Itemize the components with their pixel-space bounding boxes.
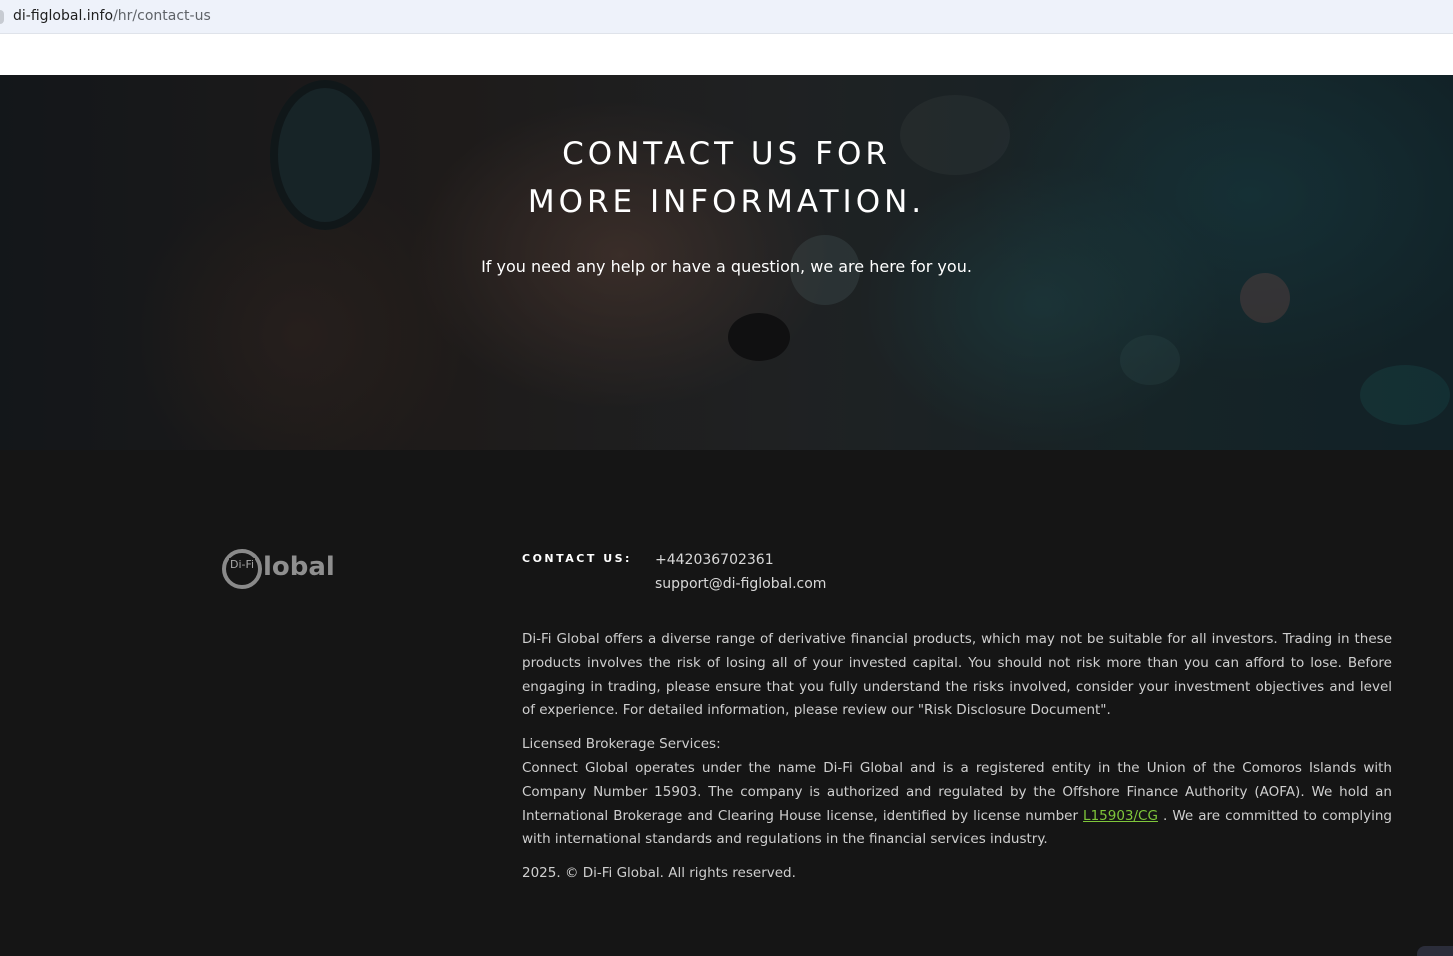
hero-title-line1: CONTACT US FOR <box>562 136 891 172</box>
licensed-heading: Licensed Brokerage Services: <box>522 736 721 753</box>
contact-email-link[interactable]: support@di-figlobal.com <box>655 576 826 592</box>
contact-label: CONTACT US: <box>522 552 632 565</box>
site-logo[interactable]: Di-Fi lobal <box>222 548 342 592</box>
tab-edge <box>0 10 4 24</box>
hero-subtitle: If you need any help or have a question,… <box>481 257 972 276</box>
url-text[interactable]: di-figlobal.info/hr/contact-us <box>13 8 211 24</box>
contact-phone-link[interactable]: +442036702361 <box>655 552 774 568</box>
url-path: /hr/contact-us <box>113 8 211 24</box>
browser-address-bar[interactable]: di-figlobal.info/hr/contact-us <box>0 0 1453 34</box>
logo-wordmark: lobal <box>263 552 335 582</box>
url-domain: di-figlobal.info <box>13 8 114 24</box>
logo-badge-text: Di-Fi <box>229 558 256 571</box>
hero-banner: CONTACT US FOR MORE INFORMATION. If you … <box>0 75 1453 450</box>
hero-title-line2: MORE INFORMATION. <box>527 184 926 220</box>
hero-title: CONTACT US FOR MORE INFORMATION. <box>0 130 1453 226</box>
copyright: 2025. © Di-Fi Global. All rights reserve… <box>522 865 796 882</box>
legal-section: Di-Fi Global offers a diverse range of d… <box>522 628 1392 886</box>
chat-widget-button[interactable] <box>1417 946 1453 956</box>
license-paragraph: Licensed Brokerage Services: Connect Glob… <box>522 733 1392 852</box>
license-number-link[interactable]: L15903/CG <box>1083 808 1158 824</box>
risk-disclaimer: Di-Fi Global offers a diverse range of d… <box>522 631 1392 719</box>
page-header-strip <box>0 34 1453 75</box>
